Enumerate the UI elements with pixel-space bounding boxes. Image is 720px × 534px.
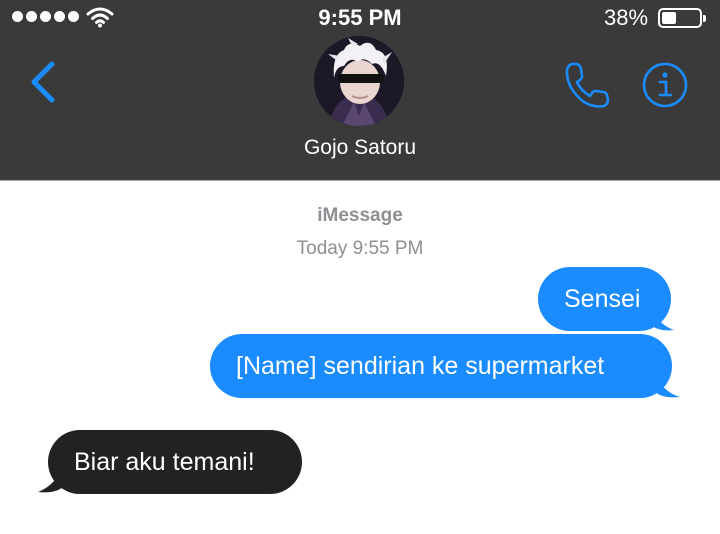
status-bar: 9:55 PM 38% xyxy=(0,0,720,36)
phone-icon xyxy=(565,62,610,108)
contact-name[interactable]: Gojo Satoru xyxy=(0,136,720,160)
contact-avatar[interactable] xyxy=(314,36,404,126)
navigation-header: 9:55 PM 38% Gojo Satoru xyxy=(0,0,720,181)
battery-level-fill xyxy=(662,12,676,24)
info-button[interactable] xyxy=(640,60,690,110)
call-button[interactable] xyxy=(560,58,614,112)
chevron-left-icon xyxy=(31,61,55,103)
message-bubble-incoming[interactable]: Biar aku temani! xyxy=(48,430,302,494)
info-icon xyxy=(642,62,688,108)
message-bubble-outgoing[interactable]: [Name] sendirian ke supermarket xyxy=(210,334,672,398)
avatar-image xyxy=(314,36,404,126)
battery-percent: 38% xyxy=(604,5,649,30)
conversation-timestamp: Today 9:55 PM xyxy=(296,238,424,259)
back-button[interactable] xyxy=(26,58,66,106)
battery-icon xyxy=(658,8,706,28)
service-label: iMessage xyxy=(317,205,403,226)
message-bubble-outgoing[interactable]: Sensei xyxy=(538,267,671,331)
